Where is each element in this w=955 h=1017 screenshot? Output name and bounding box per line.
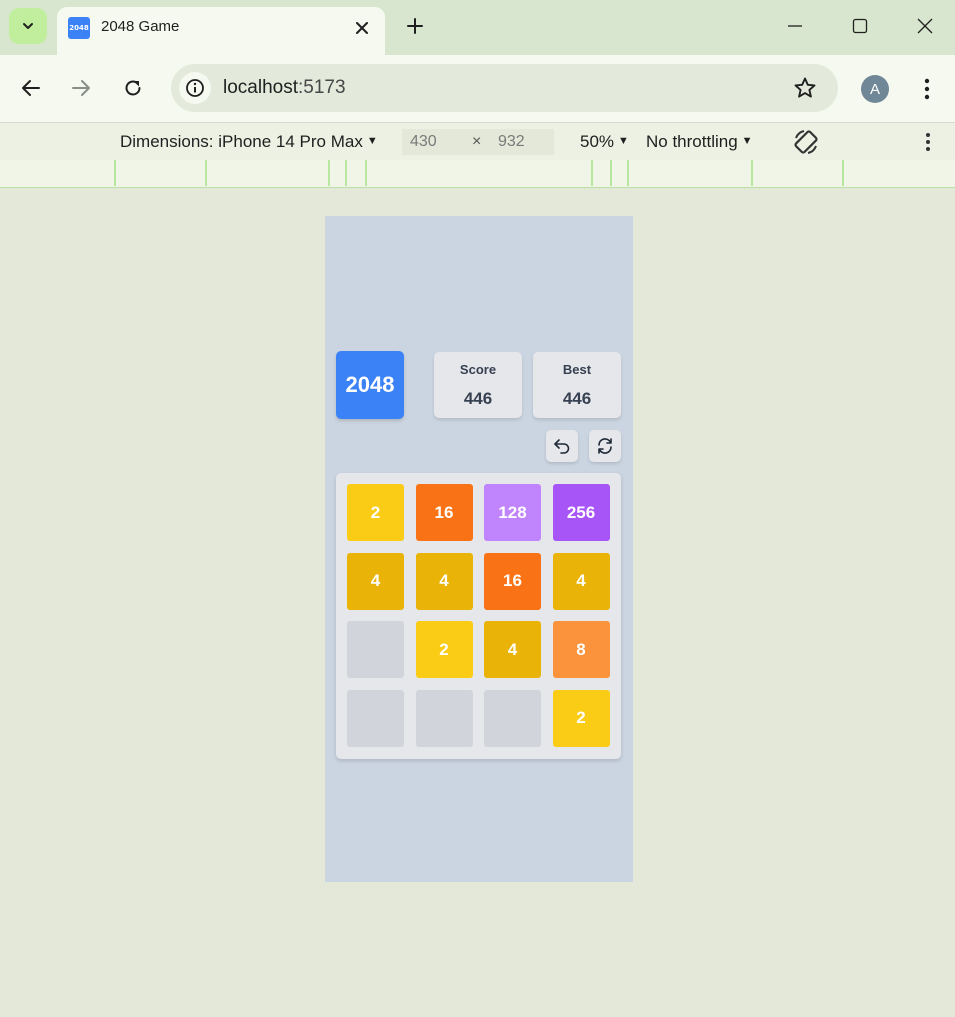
best-box: Best 446 [533,352,621,418]
caret-down-icon: ▼ [618,135,629,147]
browser-toolbar: localhost:5173 A [0,55,955,122]
refresh-icon [598,438,612,454]
favicon-icon: 2048 [68,17,90,39]
tile-2: 2 [347,484,404,541]
tile-16: 16 [484,552,541,610]
ruler-tick[interactable] [114,160,116,186]
tab-close-button[interactable] [351,17,373,39]
empty-cell [347,621,404,678]
more-vert-icon [924,78,930,100]
maximize-button[interactable] [846,12,874,40]
arrow-right-icon [72,80,90,96]
chevron-down-icon [23,23,33,29]
browser-tab[interactable]: 2048 2048 Game [57,7,385,55]
ruler-tick[interactable] [842,160,844,186]
media-query-ruler [0,160,955,188]
forward-button[interactable] [66,73,96,103]
height-input[interactable]: 932 [490,129,554,155]
reload-icon [125,80,141,96]
url-host: localhost [223,77,298,98]
caret-down-icon: ▼ [366,135,378,147]
caret-down-icon: ▼ [741,135,753,147]
device-viewport: 2048 Score 446 Best 446 2 16 128 256 4 4 16 4 2 4… [325,216,633,882]
ruler-tick[interactable] [627,160,629,186]
info-icon [186,79,204,97]
times-sign: × [472,133,482,150]
star-icon [794,77,816,98]
tile-256: 256 [552,484,610,541]
close-icon [356,22,368,34]
score-value: 446 [463,389,493,408]
zoom-dropdown[interactable]: 50% ▼ [580,132,629,152]
undo-button[interactable] [546,430,578,462]
throttling-dropdown[interactable]: No throttling ▼ [646,132,753,152]
empty-cell [484,689,541,747]
minimize-button[interactable] [781,12,809,40]
tile-4: 4 [415,552,473,610]
minimize-icon [788,25,802,27]
tile-128: 128 [484,484,541,541]
empty-cell [347,689,404,747]
tile-4: 4 [347,552,404,610]
tile-8: 8 [552,621,610,678]
device-dropdown-label: Dimensions: iPhone 14 Pro Max [120,132,363,151]
ruler-tick[interactable] [328,160,330,186]
browser-menu-button[interactable] [914,75,940,103]
plus-icon [407,18,423,34]
profile-avatar[interactable]: A [861,75,889,103]
game-logo: 2048 [336,351,404,419]
ruler-tick[interactable] [610,160,612,186]
site-info-button[interactable] [179,72,211,104]
rotate-icon [794,130,818,154]
device-toolbar-menu-button[interactable] [918,131,938,153]
score-box: Score 446 [434,352,522,418]
more-vert-icon [926,133,930,151]
close-icon [917,18,933,34]
tab-search-button[interactable] [9,8,47,44]
device-dropdown[interactable]: Dimensions: iPhone 14 Pro Max ▼ [120,132,378,152]
bookmark-button[interactable] [792,75,818,101]
ruler-tick[interactable] [365,160,367,186]
back-button[interactable] [16,73,46,103]
ruler-tick[interactable] [751,160,753,186]
url-port: :5173 [298,77,346,98]
tab-title: 2048 Game [101,18,180,35]
close-window-button[interactable] [911,12,939,40]
tab-strip: 2048 2048 Game [0,0,955,55]
best-label: Best [562,362,592,377]
game-board[interactable]: 2 16 128 256 4 4 16 4 2 4 8 2 [336,473,621,759]
score-label: Score [459,362,497,377]
rotate-button[interactable] [792,128,820,156]
ruler-tick[interactable] [205,160,207,186]
new-tab-button[interactable] [403,14,427,38]
zoom-label: 50% [580,132,615,151]
empty-cell [415,689,473,747]
url-text: localhost:5173 [223,77,346,99]
tile-2: 2 [552,689,610,747]
tile-4: 4 [484,621,541,678]
tile-16: 16 [415,484,473,541]
ruler-tick[interactable] [591,160,593,186]
tile-4: 4 [552,552,610,610]
address-bar[interactable]: localhost:5173 [171,64,838,112]
maximize-icon [852,18,868,34]
best-value: 446 [562,389,592,408]
ruler-tick[interactable] [345,160,347,186]
arrow-left-icon [22,80,40,96]
undo-icon [554,439,570,454]
throttling-label: No throttling [646,132,738,151]
reload-button[interactable] [118,73,148,103]
device-toolbar: Dimensions: iPhone 14 Pro Max ▼ 430 × 932… [0,122,955,160]
restart-button[interactable] [589,430,621,462]
tile-2: 2 [415,621,473,678]
